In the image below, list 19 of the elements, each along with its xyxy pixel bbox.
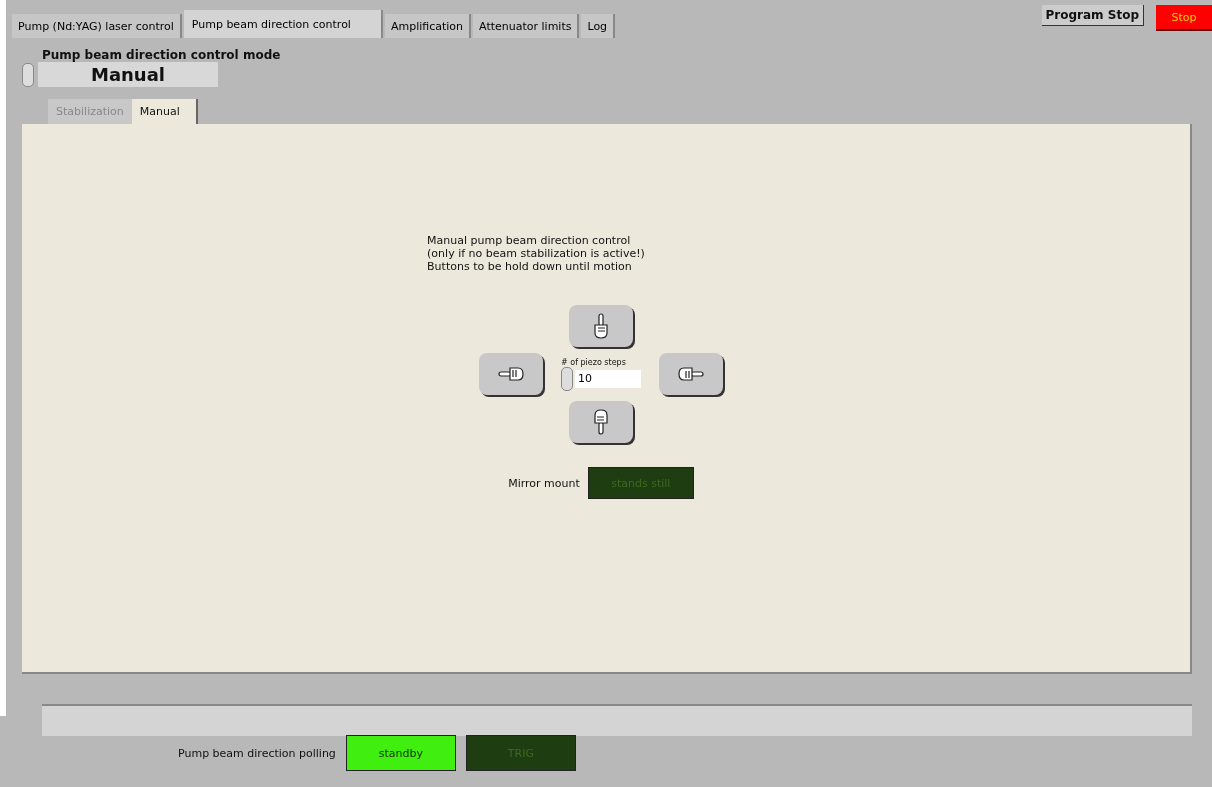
mirror-mount-label: Mirror mount <box>508 476 580 490</box>
status-indicator: standby <box>345 735 456 771</box>
steps-field[interactable]: 10 <box>575 369 641 388</box>
program-stop-label: Program Stop <box>1041 5 1144 26</box>
tab[interactable]: Pump (Nd:YAG) laser control <box>12 14 182 38</box>
tab[interactable]: Log <box>581 14 616 38</box>
pointing-hand-button[interactable] <box>569 401 633 443</box>
mode-label: Pump beam direction control mode <box>42 48 282 62</box>
mode-selector[interactable]: Manual <box>38 62 218 87</box>
pointing-hand-button[interactable] <box>479 353 543 395</box>
tab[interactable]: Amplification <box>384 14 472 38</box>
pointing-hand-button[interactable] <box>569 305 633 347</box>
tab[interactable]: Manual <box>131 99 198 124</box>
steps-label: # of piezo steps <box>561 357 626 367</box>
description-text: Manual pump beam direction control (only if no beam stabilization is active!) Buttons to be hold down until motion <box>427 234 645 273</box>
polling-label: Pump beam direction polling <box>178 746 336 760</box>
tab[interactable]: Pump beam direction control <box>183 10 383 38</box>
pointing-hand-button[interactable] <box>659 353 723 395</box>
tab[interactable]: Attenuator limits <box>473 14 580 38</box>
